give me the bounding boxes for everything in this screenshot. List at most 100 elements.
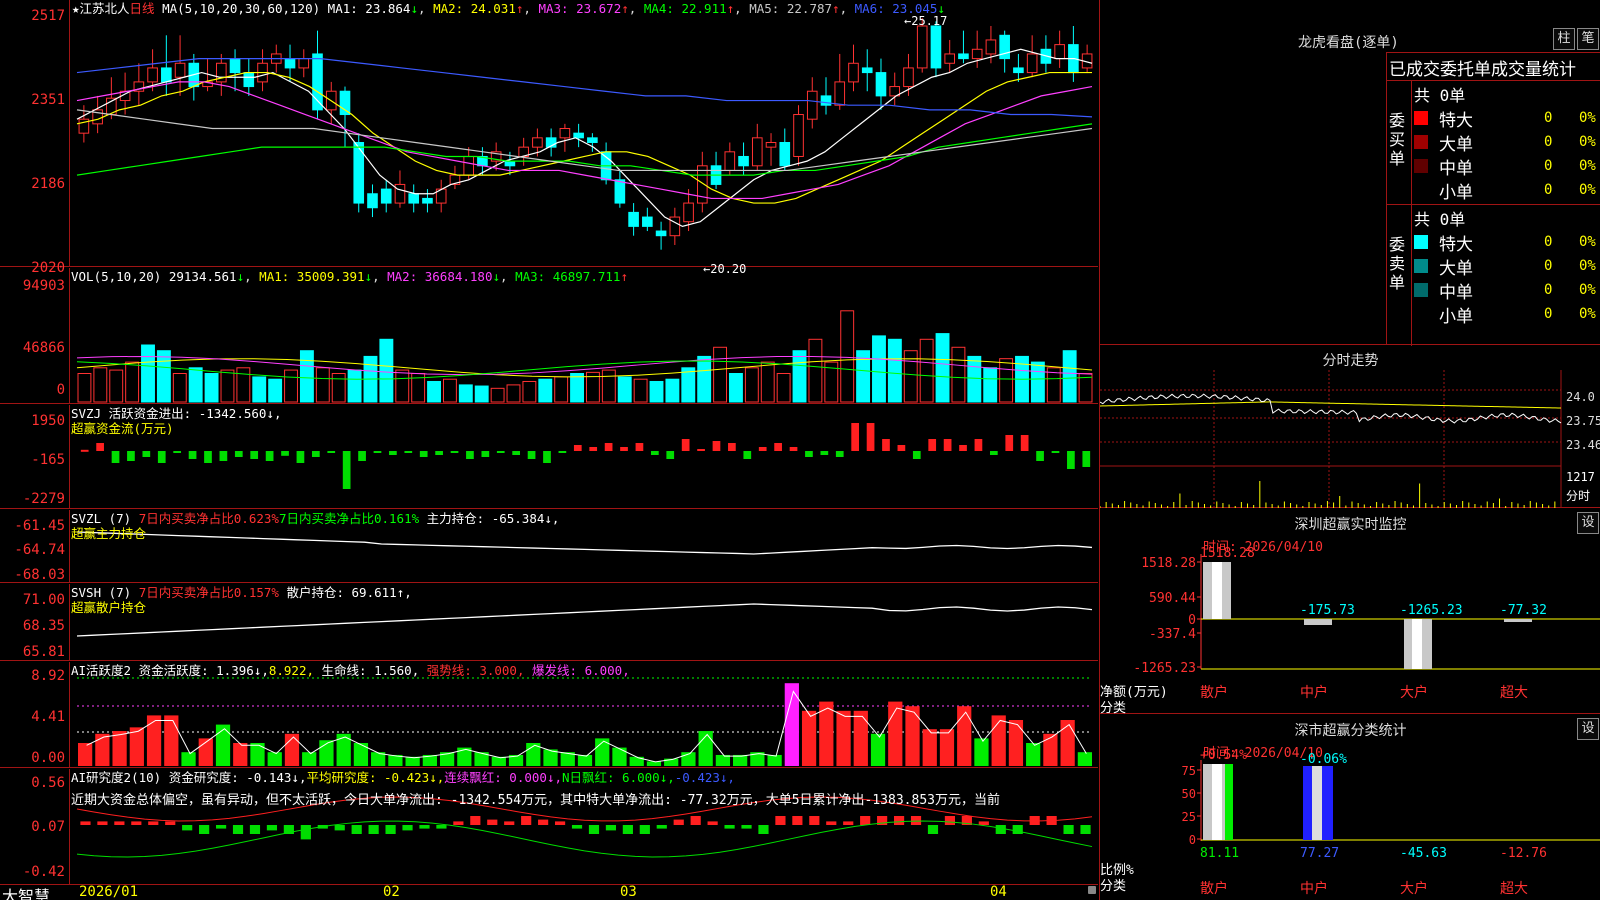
research-bar [385,825,396,834]
activity-bar [95,733,110,766]
flow-bar [311,451,320,457]
candle [655,230,667,237]
sz-bar-highlight [1412,619,1422,669]
svzl-legend: SVZL (7) 7日内买卖净占比0.623%7日内买卖净占比0.161% 主力… [71,511,559,527]
volume-bar [125,361,140,403]
research-bar [741,825,752,829]
flow-bar [805,451,813,457]
candle [504,160,516,167]
price-y-label: 2186 [31,176,65,192]
order-percent: 0% [1579,282,1596,298]
activity-bar [1043,733,1058,766]
volume-bar [315,367,330,403]
candle [174,62,186,78]
flow-bar [219,451,228,461]
flow-bar [666,451,675,459]
flow-bar [111,451,120,463]
flow-bar [496,451,505,453]
svzl-title: SVZL (7) [71,511,132,526]
volume-bar [935,333,950,403]
research-bar [368,825,379,834]
ma2-value: MA2: 24.031 [433,1,516,16]
activity-bar [577,754,593,766]
lhb-title: 龙虎看盘(逐单) [1298,35,1399,51]
flow-bar [728,443,736,451]
price-chart[interactable] [71,0,1098,266]
sell-label: 委卖单 [1389,235,1406,292]
period-label: 日线 [129,1,155,16]
flow-bar [774,443,782,451]
volume-bar [792,350,807,403]
candle [944,53,956,64]
ai-res-y-label: 0.07 [31,819,65,835]
sz-svg: 1518.28 590.44 0-337.4 -1265.23 1518.28 -175.… [1133,546,1600,701]
activity-bar [146,715,162,766]
activity-bar [870,733,886,766]
vol-arrow: ↓ [236,269,245,284]
intraday-box[interactable]: 分时走势 24.0 23.75 23.46 1217 分时 [1100,346,1600,508]
volume-chart[interactable] [71,268,1098,403]
order-percent: 0% [1579,110,1596,126]
activity-bar [715,754,731,766]
candle [738,155,749,167]
x-label: 02 [383,884,400,900]
sz-bar-highlight [1212,562,1222,619]
activity-bar [974,738,989,766]
volume-bar [697,355,712,403]
sz-bar [1304,619,1332,625]
lock-icon [1088,886,1096,894]
ai-act-t3: 生命线: 1.560, [321,663,420,678]
cls-y-label: 75 [1182,764,1196,778]
bar-mode-button[interactable]: 柱 [1553,28,1575,50]
activity-bar [1008,720,1024,766]
svzj-value: 活跃资金进出: -1342.560↓, [108,406,282,421]
order-row: 小单 0 0% [1414,302,1600,327]
cls-category-label: 中户 [1300,880,1328,897]
research-bar [673,819,684,825]
intraday-svg [1100,370,1562,508]
cls-value-label: 77.27 [1300,846,1339,861]
volume-bar [1030,361,1045,403]
candle [765,141,777,148]
ai-act-y-axis: 8.92 4.41 0.00 [0,662,70,767]
order-value: 0 [1544,158,1553,174]
price-y-label: 2517 [31,8,65,24]
sell-section: 委卖单 共 0单 特大 0 0% 大单 0 0% 中单 0 0% 小单 0 0% [1387,205,1600,346]
svzj-panel: 1950 -165 -2279 SVZJ 活跃资金进出: -1342.560↓,… [0,405,1098,509]
order-row: 特大 0 0% [1414,106,1600,131]
volume-bar [808,338,823,403]
flow-bar [820,451,829,455]
flow-bar [789,447,798,451]
research-bar [1080,825,1091,834]
volume-bar [681,367,696,403]
sz-y-label: 590.44 [1149,591,1196,606]
svzl-subtitle: 超赢主力持仓 [71,526,147,541]
volume-bar [776,373,791,403]
volume-bar [268,378,283,403]
ai-res-y-axis: 0.56 0.07 -0.42 [0,769,70,884]
volume-bar [236,367,251,403]
tick-mode-button[interactable]: 笔 [1577,28,1599,50]
activity-bar [129,727,144,766]
ai-res-chart[interactable] [71,769,1098,884]
flow-bar [188,451,197,459]
candle [394,183,406,204]
research-bar [351,825,362,834]
svzj-y-label: -2279 [22,491,65,507]
ai-res-y-label: -0.42 [22,864,65,880]
activity-bar [836,710,851,766]
intraday-y-label: 23.75 [1566,414,1600,428]
ma4-arrow: ↑ [726,1,735,16]
research-bar [639,825,650,834]
candle [380,188,392,204]
activity-bar [491,756,506,766]
research-bar [232,825,244,834]
research-bar [538,819,549,825]
svsh-y-label: 71.00 [22,592,65,608]
volume-bar [347,369,362,403]
intraday-y-label: 24.0 [1566,390,1595,404]
candle [793,114,804,157]
cls-bar-highlight [1212,764,1222,840]
volume-bar [872,335,886,403]
candle [683,202,694,223]
